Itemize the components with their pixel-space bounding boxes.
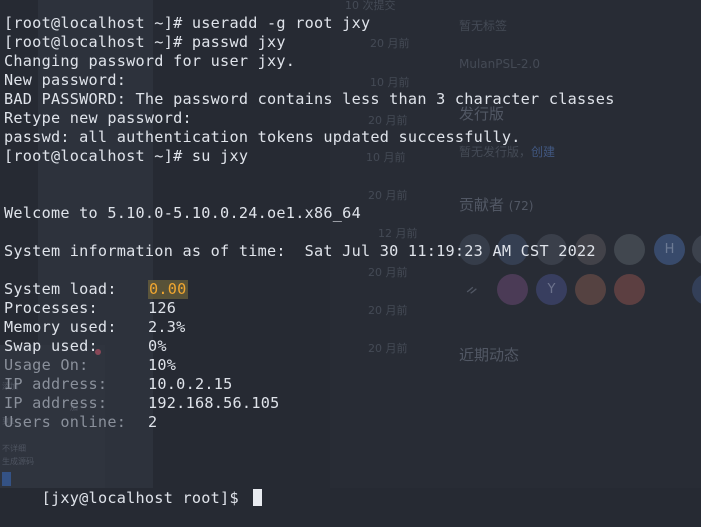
terminal-line-passwd-success: passwd: all authentication tokens update… <box>4 128 521 146</box>
sysinfo-ip-address-value: 192.168.56.105 <box>148 394 280 412</box>
terminal-line-retype-password: Retype new password: <box>4 109 192 127</box>
terminal-line-passwd: [root@localhost ~]# passwd jxy <box>4 33 286 51</box>
terminal-window[interactable]: [root@localhost ~]# useradd -g root jxy … <box>0 0 701 507</box>
terminal-line-su: [root@localhost ~]# su jxy <box>4 147 249 165</box>
sysinfo-ip-address-label: IP address: <box>4 375 108 393</box>
sysinfo-usage-label: Usage On: <box>4 356 89 374</box>
terminal-line-changing-password: Changing password for user jxy. <box>4 52 296 70</box>
terminal-line-useradd: [root@localhost ~]# useradd -g root jxy <box>4 14 371 32</box>
terminal-line-bad-password: BAD PASSWORD: The password contains less… <box>4 90 615 108</box>
sysinfo-usage-value: 10% <box>148 356 177 374</box>
terminal-prompt-line[interactable]: [jxy@localhost root]$ <box>4 470 263 507</box>
sysinfo-users-online-label: Users online: <box>4 413 127 431</box>
terminal-cursor[interactable] <box>253 489 263 506</box>
terminal-line-welcome: Welcome to 5.10.0-5.10.0.24.oe1.x86_64 <box>4 204 361 222</box>
sysinfo-system-load-label: System load: <box>4 280 117 298</box>
sysinfo-swap-value: 0% <box>148 337 167 355</box>
sysinfo-users-online-value: 2 <box>148 413 158 431</box>
sysinfo-processes-label: Processes: <box>4 299 98 317</box>
sysinfo-memory-label: Memory used: <box>4 318 117 336</box>
sysinfo-processes-value: 126 <box>148 299 177 317</box>
sysinfo-swap-label: Swap used: <box>4 337 98 355</box>
terminal-prompt: [jxy@localhost root]$ <box>41 489 249 507</box>
terminal-line-system-time: System information as of time: Sat Jul 3… <box>4 242 596 260</box>
sysinfo-memory-value: 2.3% <box>148 318 186 336</box>
terminal-line-new-password: New password: <box>4 71 127 89</box>
sysinfo-ip-address-value: 10.0.2.15 <box>148 375 233 393</box>
sysinfo-ip-address-label: IP address: <box>4 394 108 412</box>
sysinfo-system-load-value: 0.00 <box>148 280 188 299</box>
